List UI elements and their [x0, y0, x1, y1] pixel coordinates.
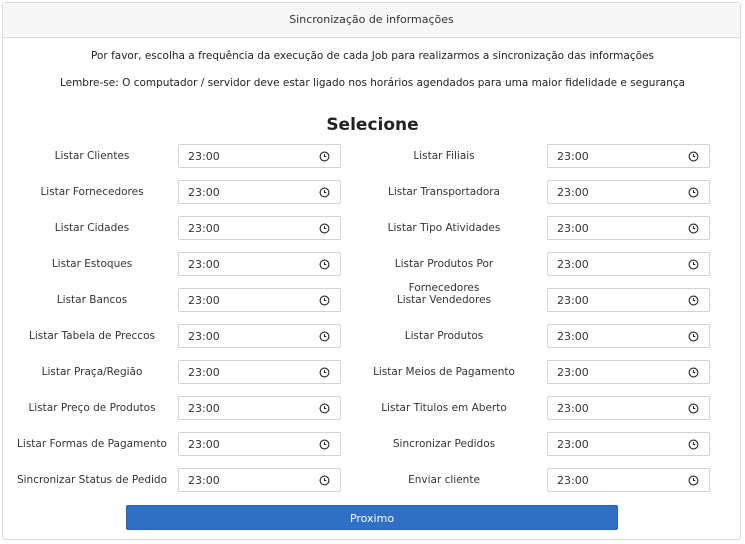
time-input[interactable]: 23:00 [547, 144, 710, 168]
time-input[interactable]: 23:00 [547, 468, 710, 492]
time-value: 23:00 [557, 366, 589, 379]
clock-icon[interactable] [688, 331, 699, 342]
clock-icon[interactable] [319, 151, 330, 162]
time-value: 23:00 [557, 294, 589, 307]
time-input[interactable]: 23:00 [178, 432, 341, 456]
card-header: Sincronização de informações [3, 3, 740, 38]
clock-icon[interactable] [319, 403, 330, 414]
time-value: 23:00 [188, 150, 220, 163]
time-value: 23:00 [188, 222, 220, 235]
time-input[interactable]: 23:00 [547, 216, 710, 240]
section-title: Selecione [326, 115, 419, 135]
job-label: Listar Transportadora [388, 186, 500, 198]
clock-icon[interactable] [319, 259, 330, 270]
job-label: Listar Produtos [404, 330, 484, 342]
time-value: 23:00 [557, 222, 589, 235]
clock-icon[interactable] [319, 367, 330, 378]
clock-icon[interactable] [319, 475, 330, 486]
clock-icon[interactable] [688, 223, 699, 234]
time-value: 23:00 [188, 186, 220, 199]
time-value: 23:00 [557, 258, 589, 271]
time-input[interactable]: 23:00 [178, 288, 341, 312]
clock-icon[interactable] [688, 367, 699, 378]
job-label: Listar Tabela de Preccos [29, 330, 155, 342]
clock-icon[interactable] [688, 187, 699, 198]
time-input[interactable]: 23:00 [178, 216, 341, 240]
job-label: Listar Praça/Região [41, 366, 143, 378]
time-value: 23:00 [188, 438, 220, 451]
time-input[interactable]: 23:00 [547, 288, 710, 312]
clock-icon[interactable] [688, 403, 699, 414]
time-input[interactable]: 23:00 [178, 468, 341, 492]
clock-icon[interactable] [319, 439, 330, 450]
intro-reminder-text: Lembre-se: O computador / servidor deve … [59, 77, 686, 89]
time-value: 23:00 [557, 402, 589, 415]
time-input[interactable]: 23:00 [178, 396, 341, 420]
time-input[interactable]: 23:00 [178, 252, 341, 276]
clock-icon[interactable] [319, 295, 330, 306]
clock-icon[interactable] [688, 475, 699, 486]
time-input[interactable]: 23:00 [178, 360, 341, 384]
clock-icon[interactable] [319, 223, 330, 234]
time-input[interactable]: 23:00 [547, 432, 710, 456]
job-label: Listar Bancos [56, 294, 128, 306]
job-label: Listar Fornecedores [40, 186, 144, 198]
time-value: 23:00 [188, 330, 220, 343]
time-value: 23:00 [557, 474, 589, 487]
job-label: Listar Clientes [54, 150, 130, 162]
time-input[interactable]: 23:00 [547, 180, 710, 204]
time-value: 23:00 [557, 330, 589, 343]
time-value: 23:00 [188, 294, 220, 307]
job-label: Listar Estoques [51, 258, 133, 270]
time-value: 23:00 [188, 474, 220, 487]
time-value: 23:00 [188, 258, 220, 271]
job-label: Listar Meios de Pagamento [373, 366, 515, 378]
time-value: 23:00 [557, 438, 589, 451]
job-label: Listar Tipo Atividades [387, 222, 501, 234]
job-label: Listar Preço de Produtos [28, 402, 156, 414]
time-input[interactable]: 23:00 [547, 396, 710, 420]
time-input[interactable]: 23:00 [178, 180, 341, 204]
job-label: Listar Formas de Pagamento [17, 438, 167, 450]
job-label: Listar Titulos em Aberto [381, 402, 507, 414]
job-label: Enviar cliente [408, 474, 480, 486]
next-button[interactable]: Proximo [126, 505, 618, 530]
job-label: Sincronizar Pedidos [392, 438, 496, 450]
clock-icon[interactable] [688, 151, 699, 162]
time-input[interactable]: 23:00 [178, 324, 341, 348]
time-input[interactable]: 23:00 [178, 144, 341, 168]
intro-frequency-text: Por favor, escolha a frequência da execu… [91, 50, 654, 62]
clock-icon[interactable] [319, 187, 330, 198]
time-input[interactable]: 23:00 [547, 252, 710, 276]
time-value: 23:00 [557, 186, 589, 199]
clock-icon[interactable] [688, 295, 699, 306]
time-value: 23:00 [188, 366, 220, 379]
clock-icon[interactable] [688, 259, 699, 270]
clock-icon[interactable] [688, 439, 699, 450]
time-input[interactable]: 23:00 [547, 360, 710, 384]
time-value: 23:00 [188, 402, 220, 415]
job-label: Listar Cidades [54, 222, 130, 234]
job-label: Sincronizar Status de Pedido [16, 474, 168, 486]
job-label: Listar Vendedores [396, 294, 492, 306]
time-value: 23:00 [557, 150, 589, 163]
job-label: Listar Filiais [413, 150, 475, 162]
clock-icon[interactable] [319, 331, 330, 342]
time-input[interactable]: 23:00 [547, 324, 710, 348]
job-label: Listar Produtos Por Fornecedores [394, 258, 494, 294]
